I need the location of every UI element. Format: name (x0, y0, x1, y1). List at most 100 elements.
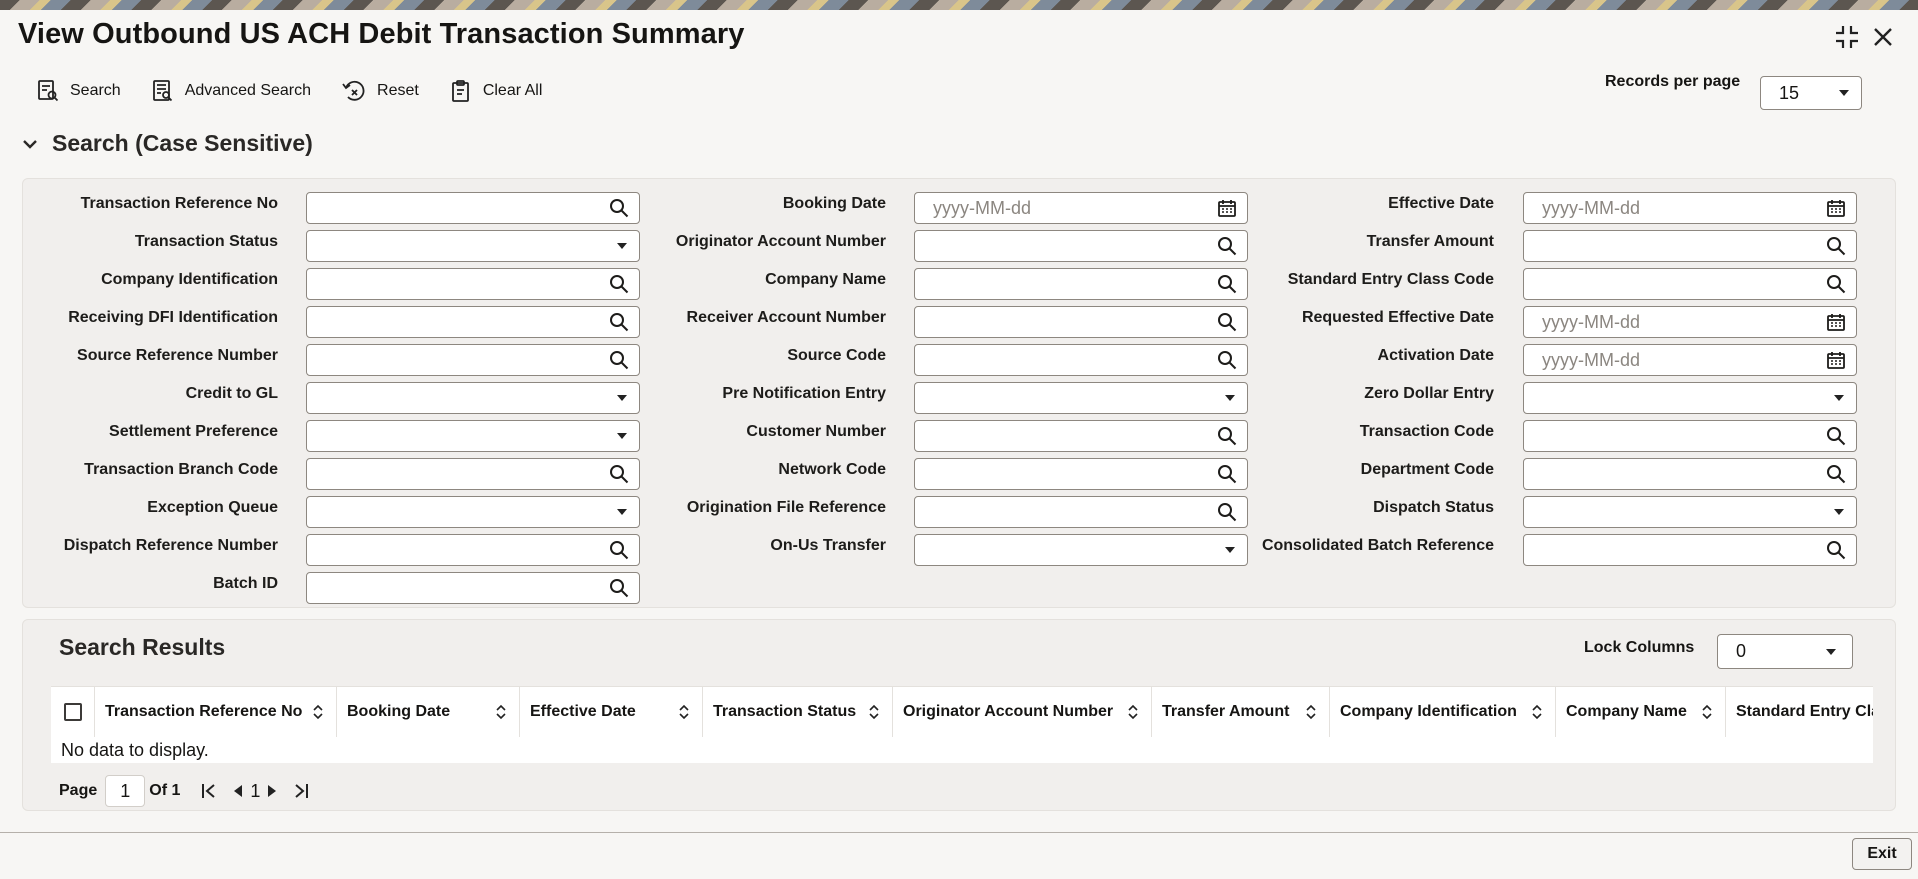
magnifier-icon (610, 541, 629, 560)
next-page-button[interactable] (266, 784, 278, 798)
clear-all-button[interactable]: Clear All (449, 79, 542, 103)
transaction-status-select[interactable] (306, 230, 640, 262)
magnifier-icon (1218, 465, 1237, 484)
prev-page-button[interactable] (232, 784, 244, 798)
consolidated-batch-reference-field[interactable] (1523, 534, 1857, 566)
column-header-label: Company Name (1566, 703, 1687, 720)
column-header[interactable]: Company Name (1556, 687, 1726, 737)
reset-icon (342, 80, 365, 101)
search-button[interactable]: Search (36, 79, 121, 103)
transaction-branch-code-field[interactable] (306, 458, 640, 490)
select-all-checkbox[interactable] (63, 703, 82, 721)
next-page-icon (268, 785, 277, 797)
column-header-label: Effective Date (530, 703, 636, 720)
last-page-button[interactable] (292, 782, 310, 800)
column-header[interactable]: Originator Account Number (893, 687, 1152, 737)
sort-icon (869, 704, 879, 720)
close-window-button[interactable] (1868, 22, 1898, 52)
originator-account-number-field[interactable] (914, 230, 1248, 262)
transaction-reference-no-field[interactable] (306, 192, 640, 224)
column-header[interactable]: Booking Date (337, 687, 520, 737)
dispatch-status-select[interactable] (1523, 496, 1857, 528)
receiving-dfi-identification-field[interactable] (306, 306, 640, 338)
network-code-field[interactable] (914, 458, 1248, 490)
magnifier-icon (1827, 541, 1846, 560)
collapse-window-button[interactable] (1832, 22, 1862, 52)
magnifier-icon (1218, 351, 1237, 370)
last-page-icon (295, 784, 309, 798)
source-code-field[interactable] (914, 344, 1248, 376)
header-banner (0, 0, 1918, 10)
receiver-account-number-field[interactable] (914, 306, 1248, 338)
transaction-reference-no-label: Transaction Reference No (80, 195, 278, 212)
column-header[interactable]: Transfer Amount (1152, 687, 1330, 737)
page-number-input[interactable]: 1 (105, 775, 146, 807)
reset-button[interactable]: Reset (341, 79, 419, 103)
company-name-field[interactable] (914, 268, 1248, 300)
column-header-label: Standard Entry Cla (1736, 703, 1873, 720)
activation-date-field[interactable]: yyyy-MM-dd (1523, 344, 1857, 376)
zero-dollar-entry-label: Zero Dollar Entry (1364, 385, 1494, 402)
requested-effective-date-placeholder: yyyy-MM-dd (1542, 311, 1640, 332)
department-code-label: Department Code (1360, 461, 1494, 478)
originator-account-number-label: Originator Account Number (675, 233, 886, 250)
exception-queue-select[interactable] (306, 496, 640, 528)
magnifier-icon (1218, 313, 1237, 332)
close-icon (1874, 28, 1892, 46)
toolbar: Search Advanced Search Reset Clear All (36, 78, 572, 104)
magnifier-icon (1218, 237, 1237, 256)
effective-date-field[interactable]: yyyy-MM-dd (1523, 192, 1857, 224)
column-header[interactable]: Company Identification (1330, 687, 1556, 737)
sort-icon (1702, 704, 1712, 720)
zero-dollar-entry-select[interactable] (1523, 382, 1857, 414)
transaction-code-field[interactable] (1523, 420, 1857, 452)
origination-file-reference-field[interactable] (914, 496, 1248, 528)
records-per-page-select[interactable]: 15 (1760, 76, 1862, 110)
footer-divider (0, 832, 1918, 833)
batch-id-field[interactable] (306, 572, 640, 604)
column-header[interactable]: Transaction Status (703, 687, 893, 737)
pre-notification-entry-select[interactable] (914, 382, 1248, 414)
chevron-down-icon (1839, 90, 1849, 96)
advanced-search-button[interactable]: Advanced Search (151, 79, 311, 103)
search-section-toggle[interactable]: Search (Case Sensitive) (22, 130, 313, 157)
department-code-field[interactable] (1523, 458, 1857, 490)
column-header[interactable]: Standard Entry Cla (1726, 687, 1873, 737)
magnifier-icon (610, 275, 629, 294)
on-us-transfer-select[interactable] (914, 534, 1248, 566)
column-header[interactable]: Transaction Reference No (95, 687, 337, 737)
current-page-number: 1 (250, 780, 261, 801)
chevron-down-icon (617, 433, 627, 439)
standard-entry-class-code-field[interactable] (1523, 268, 1857, 300)
settlement-preference-select[interactable] (306, 420, 640, 452)
dispatch-reference-number-label: Dispatch Reference Number (63, 537, 278, 554)
lock-columns-select[interactable]: 0 (1717, 634, 1853, 669)
column-header[interactable]: Effective Date (520, 687, 703, 737)
chevron-down-icon (617, 395, 627, 401)
credit-to-gl-select[interactable] (306, 382, 640, 414)
exit-button[interactable]: Exit (1852, 838, 1912, 870)
magnifier-icon (1218, 427, 1237, 446)
dispatch-reference-number-field[interactable] (306, 534, 640, 566)
calendar-icon (1827, 200, 1845, 217)
lock-columns-value: 0 (1736, 641, 1747, 661)
transfer-amount-field[interactable] (1523, 230, 1857, 262)
customer-number-label: Customer Number (746, 423, 886, 440)
magnifier-icon (1827, 237, 1846, 256)
chevron-down-icon (617, 243, 627, 249)
results-table: Transaction Reference No Booking Date Ef… (51, 686, 1873, 781)
search-doc-icon (38, 80, 59, 102)
source-reference-number-field[interactable] (306, 344, 640, 376)
calendar-icon (1827, 314, 1845, 331)
sort-icon (496, 704, 506, 720)
reset-button-label: Reset (377, 82, 419, 99)
company-identification-field[interactable] (306, 268, 640, 300)
chevron-down-icon (617, 509, 627, 515)
origination-file-reference-label: Origination File Reference (686, 499, 886, 516)
magnifier-icon (610, 351, 629, 370)
booking-date-field[interactable]: yyyy-MM-dd (914, 192, 1248, 224)
requested-effective-date-field[interactable]: yyyy-MM-dd (1523, 306, 1857, 338)
first-page-button[interactable] (200, 782, 218, 800)
customer-number-field[interactable] (914, 420, 1248, 452)
transfer-amount-label: Transfer Amount (1366, 233, 1494, 250)
